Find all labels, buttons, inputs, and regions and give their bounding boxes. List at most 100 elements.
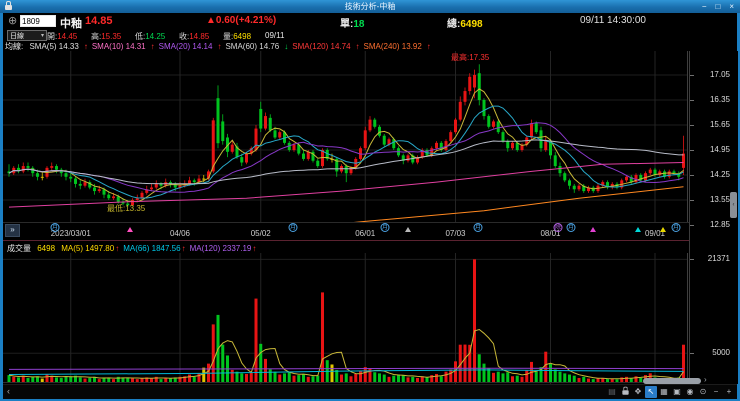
sma-legend: 均線: SMA(5) 14.33 ↑ SMA(10) 14.31 ↑ SMA(20) 1… (5, 41, 737, 51)
price-tick-label: 12.85 (709, 219, 730, 229)
signal-marker-icon (590, 227, 596, 232)
trend-arrow-icon: ↑ (355, 42, 360, 51)
volume-ma-legend-item: MA(5) 1497.80 (61, 244, 115, 253)
chart-style-icon[interactable]: ▣ (671, 386, 683, 398)
crosshair-icon[interactable]: ◉ (684, 386, 696, 398)
sma-legend-item: SMA(5) 14.33 (29, 42, 79, 51)
single-volume: 單:18 (340, 19, 365, 30)
month-label: 07/03 (445, 229, 466, 238)
app-window: 技術分析-中釉 − □ × ⊕ 中釉 14.85 ▲0.60(+4.21%) 單… (0, 0, 740, 401)
axis-tick (690, 99, 694, 101)
sma-legend-item: SMA(20) 14.14 (158, 42, 213, 51)
sma-legend-prefix: 均線: (5, 42, 24, 51)
trend-arrow-icon: ↑ (83, 42, 88, 51)
close-button[interactable]: × (729, 0, 734, 13)
chart-tools: ▤ ✥ ↖ ▦ ▣ ◉ ⊙ − + (606, 386, 735, 398)
sma-legend-item: SMA(240) 13.92 (363, 42, 422, 51)
chevron-down-icon: ▾ (40, 33, 44, 39)
axis-tick (690, 149, 694, 151)
trend-arrow-icon: ↑ (426, 42, 431, 51)
price-tick-label: 17.05 (709, 70, 730, 79)
symbol-input[interactable] (20, 15, 56, 27)
axis-tick (690, 259, 694, 261)
price-chart[interactable] (3, 51, 689, 222)
bar-date: 09/11 (265, 31, 285, 40)
volume-chart[interactable] (3, 253, 689, 384)
sma-legend-item: SMA(120) 14.74 (292, 42, 351, 51)
trend-arrow-icon: ↑ (252, 244, 257, 253)
price-tick-label: 14.25 (709, 169, 730, 179)
month-marker-icon[interactable]: 月 (50, 223, 60, 232)
stock-name: 中釉 (60, 18, 82, 30)
volume-tick-label: 5000 (712, 348, 730, 358)
chart-toolbar: 日線 ▾ 開:14.45 高:15.35 低:14.25 收:14.85 量:6… (3, 30, 737, 41)
volume-legend: 成交量 6498 MA(5) 1497.80↑ MA(66) 1847.56↑ MA… (3, 240, 737, 253)
period-select-value: 日線 (10, 32, 24, 40)
trend-arrow-icon: ↑ (115, 244, 120, 253)
status-bar: ‹ ▤ ✥ ↖ ▦ ▣ ◉ ⊙ − + (3, 384, 737, 399)
signal-marker-icon (127, 227, 133, 232)
axis-tick (690, 199, 694, 201)
symbol-lookup-icon[interactable]: ⊕ (8, 14, 17, 27)
signal-marker-icon (405, 227, 411, 232)
pan-hand-icon[interactable]: ✥ (632, 386, 644, 398)
period-select[interactable]: 日線 ▾ (7, 30, 47, 41)
window-title: 技術分析-中釉 (344, 2, 396, 11)
volume-title: 成交量 (7, 244, 31, 253)
high-annotation: 最高:17.35 (451, 53, 490, 62)
maximize-button[interactable]: □ (715, 0, 720, 13)
low-annotation: 最低:13.35 (107, 204, 146, 213)
chart-region[interactable]: » 2023/03/01 04/06 05/02 06/01 07/03 08/01 09/… (3, 51, 738, 384)
volume-tick-label: 21371 (707, 254, 730, 264)
trend-arrow-icon: ↑ (150, 42, 155, 51)
sma-legend-item: SMA(60) 14.76 (225, 42, 280, 51)
scroll-left-icon[interactable]: ‹ (7, 386, 10, 396)
price-tick-label: 16.35 (709, 94, 730, 104)
grid-icon[interactable]: ▦ (658, 386, 670, 398)
lock-icon[interactable] (619, 386, 631, 398)
expand-axis-button[interactable]: » (5, 224, 20, 237)
volume-ma-legend-item: MA(120) 2337.19 (189, 244, 252, 253)
month-label: 06/01 (355, 229, 376, 238)
axis-tick (690, 75, 694, 76)
trend-arrow-icon: ↑ (181, 244, 186, 253)
signal-marker-icon (635, 227, 641, 232)
horizontal-scrollbar-thumb[interactable] (643, 378, 701, 384)
scroll-right-icon[interactable]: › (704, 375, 707, 384)
axis-tick (690, 224, 694, 226)
month-marker-icon[interactable]: 月 (473, 223, 483, 232)
axis-tick (690, 174, 694, 176)
price-tick-label: 15.65 (709, 119, 730, 129)
month-marker-icon[interactable]: 月 (671, 223, 681, 232)
price-tick-label: 14.95 (709, 144, 730, 154)
trend-arrow-icon: ↑ (217, 42, 222, 51)
time-axis: » 2023/03/01 04/06 05/02 06/01 07/03 08/01 09/… (3, 222, 689, 241)
cursor-icon[interactable]: ↖ (645, 386, 657, 398)
volume-ma-legend-item: MA(66) 1847.56 (123, 244, 181, 253)
zoom-in-icon[interactable]: + (723, 386, 735, 398)
signal-marker-icon (660, 227, 666, 232)
total-volume: 總:6498 (447, 19, 483, 30)
axis-tick (690, 353, 694, 355)
zoom-out-icon[interactable]: − (710, 386, 722, 398)
quote-bar: ⊕ 中釉 14.85 ▲0.60(+4.21%) 單:18 總:6498 09/… (3, 13, 737, 31)
zoom-reset-icon[interactable]: ⊙ (697, 386, 709, 398)
quote-datetime: 09/11 14:30:00 (580, 15, 646, 26)
vertical-scrollbar-thumb[interactable]: ‹ (730, 192, 737, 218)
volume-total: 6498 (37, 244, 56, 253)
new-page-icon[interactable]: ▤ (606, 386, 618, 398)
month-marker-icon[interactable]: 除 (553, 223, 563, 232)
minimize-button[interactable]: − (702, 0, 707, 13)
month-marker-icon[interactable]: 月 (566, 223, 576, 232)
sma-legend-item: SMA(10) 14.31 (91, 42, 146, 51)
month-label: 05/02 (250, 229, 271, 238)
titlebar[interactable]: 技術分析-中釉 − □ × (0, 0, 740, 13)
trend-arrow-icon: ↓ (284, 42, 289, 51)
month-label: 04/06 (169, 229, 191, 238)
price-tick-label: 13.55 (709, 194, 730, 204)
last-price: 14.85 (85, 15, 113, 27)
month-marker-icon[interactable]: 月 (288, 223, 298, 232)
axis-tick (690, 124, 694, 126)
month-marker-icon[interactable]: 月 (380, 223, 390, 232)
price-change: ▲0.60(+4.21%) (206, 15, 277, 26)
